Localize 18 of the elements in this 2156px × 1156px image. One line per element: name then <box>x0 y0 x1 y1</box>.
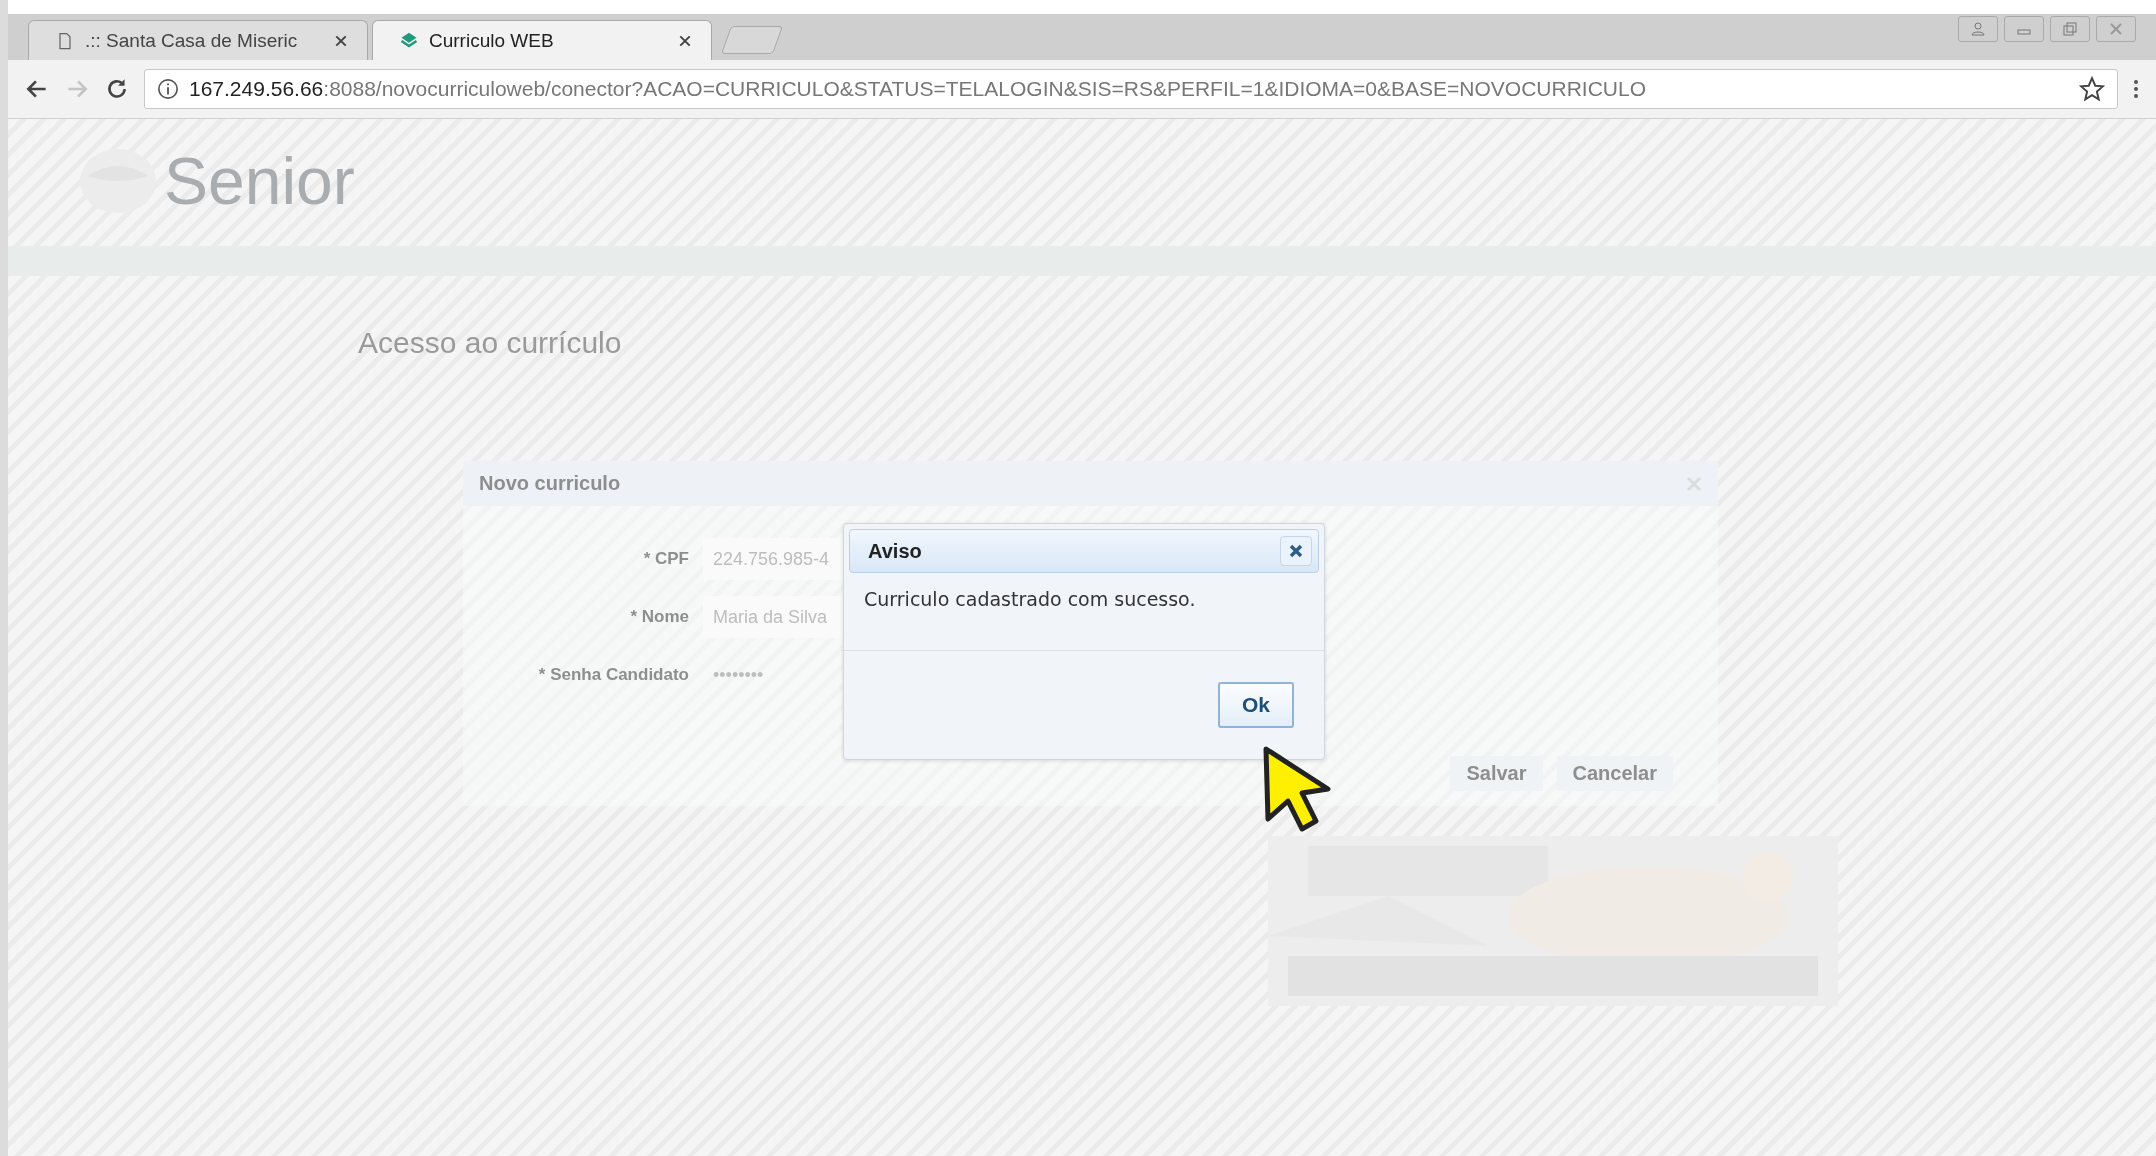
field-label: * Nome <box>629 607 690 627</box>
page-heading: Acesso ao currículo <box>358 326 622 361</box>
url-text: 167.249.56.66:8088/novocurriculoweb/conector?ACAO=CURRICULO&STATUS=TELALOGIN&SIS=RS&PERFIL=1&IDIOMA=0&BASE=NOVOCURRICULO <box>189 77 1646 101</box>
close-icon <box>1289 544 1303 558</box>
address-bar[interactable]: 167.249.56.66:8088/novocurriculoweb/conector?ACAO=CURRICULO&STATUS=TELALOGIN&SIS=RS&PERFIL=1&IDIOMA=0&BASE=NOVOCURRICULO <box>144 69 2118 109</box>
star-icon[interactable] <box>2079 76 2105 102</box>
browser-tab[interactable]: .:: Santa Casa de Miseric <box>28 20 368 60</box>
logo-text: Senior <box>164 143 355 219</box>
info-icon[interactable] <box>157 78 179 100</box>
save-button[interactable]: Salvar <box>1450 756 1543 791</box>
dialog-title: Aviso <box>868 539 922 563</box>
panel-title: Novo curriculo <box>479 472 621 495</box>
ok-button[interactable]: Ok <box>1218 682 1294 728</box>
field-label: * CPF <box>642 549 690 569</box>
cancel-button[interactable]: Cancelar <box>1556 756 1673 791</box>
field-label: * Senha Candidato <box>537 665 690 685</box>
browser-tab[interactable]: Curriculo WEB <box>372 20 712 60</box>
close-button[interactable] <box>1280 536 1312 566</box>
